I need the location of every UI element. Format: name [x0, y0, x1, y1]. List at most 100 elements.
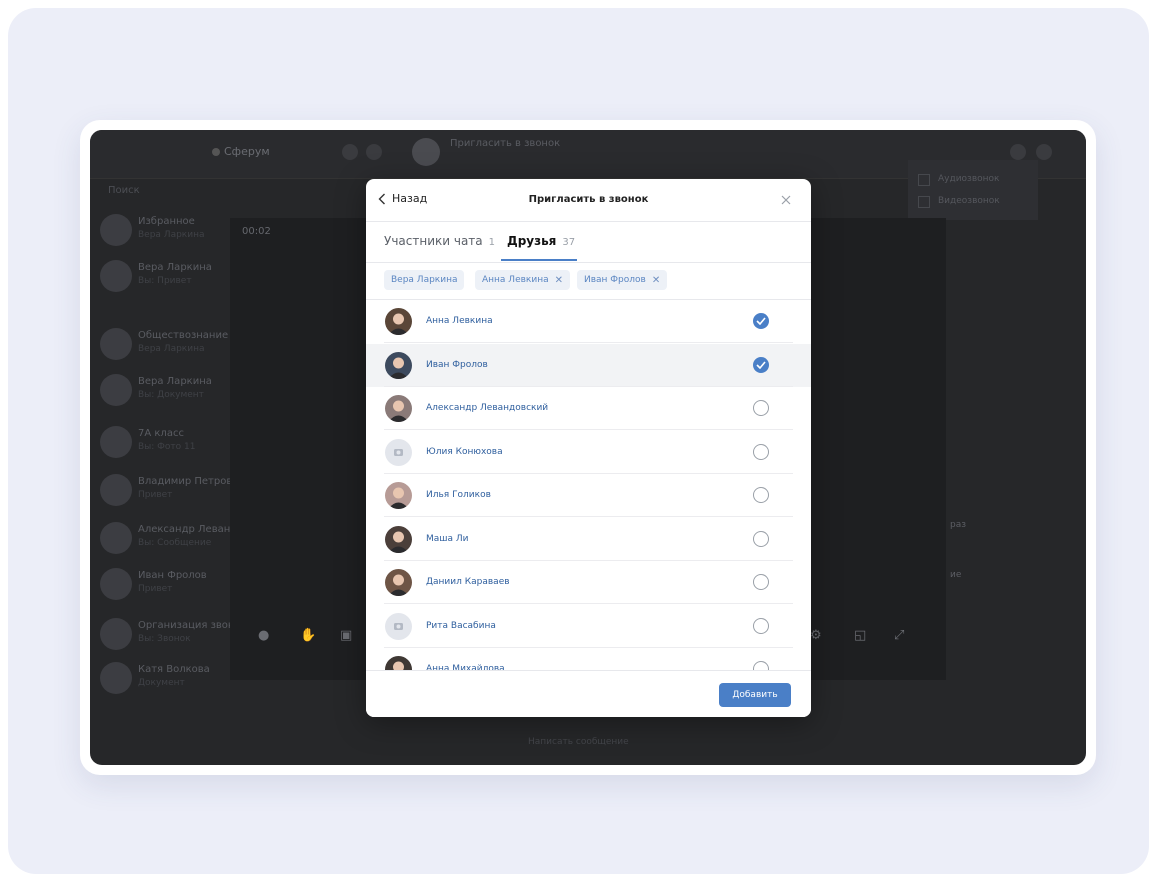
chat-name: Иван Фролов	[138, 570, 207, 581]
call-icon[interactable]	[1010, 144, 1026, 160]
contact-row[interactable]: Александр Левандовский	[366, 387, 811, 430]
brand-logo: Сферум	[212, 145, 270, 158]
modal-title: Пригласить в звонок	[528, 194, 649, 205]
avatar	[385, 438, 412, 466]
checkbox-empty-icon[interactable]	[753, 443, 769, 460]
share-screen-icon[interactable]: ▣	[340, 628, 354, 643]
remove-chip-icon[interactable]: ✕	[555, 275, 563, 286]
audio-call-icon	[918, 174, 930, 186]
sidebar-chat-item[interactable]: Избранное Вера Ларкина	[90, 208, 230, 252]
invite-to-call-modal: Назад Пригласить в звонок Участники чата…	[366, 179, 811, 717]
avatar	[100, 426, 132, 458]
chat-name: Вера Ларкина	[138, 376, 212, 387]
contact-row[interactable]: Иван Фролов	[366, 343, 811, 387]
sidebar-chat-item[interactable]: Вера Ларкина Вы: Привет	[90, 254, 230, 298]
contact-row[interactable]: Анна Левкина	[366, 300, 811, 343]
tab-count: 1	[488, 237, 496, 248]
audio-call-item[interactable]: Аудиозвонок	[938, 174, 999, 184]
chat-name: Избранное	[138, 216, 195, 227]
contact-name: Александр Левандовский	[426, 403, 549, 413]
checkbox-checked-icon[interactable]	[753, 313, 769, 329]
settings-icon[interactable]: ⚙	[810, 628, 824, 643]
close-icon[interactable]	[778, 192, 794, 208]
chat-preview: Привет	[138, 490, 173, 500]
add-button[interactable]: Добавить	[719, 683, 791, 707]
tab-friends[interactable]: Друзья 37	[507, 234, 575, 248]
contact-name: Иван Фролов	[426, 359, 488, 370]
more-icon[interactable]	[1036, 144, 1052, 160]
modal-header: Назад Пригласить в звонок	[366, 179, 811, 222]
avatar	[100, 260, 132, 292]
avatar	[100, 618, 132, 650]
checkbox-empty-icon[interactable]	[753, 617, 769, 634]
sidebar-chat-item[interactable]: Иван Фролов Привет	[90, 562, 230, 606]
avatar	[385, 612, 412, 640]
sidebar-chat-item[interactable]: Катя Волкова Документ	[90, 656, 230, 700]
contact-row[interactable]: Анна Михайлова	[366, 648, 811, 670]
avatar	[100, 214, 132, 246]
contact-name: Анна Левкина	[426, 316, 493, 326]
sidebar-chat-item[interactable]: 7А класс Вы: Фото 11	[90, 420, 230, 464]
avatar	[100, 522, 132, 554]
selected-chip[interactable]: Вера Ларкина	[384, 270, 465, 290]
contact-name: Рита Васабина	[426, 620, 496, 631]
checkbox-empty-icon[interactable]	[753, 400, 769, 416]
chat-preview: Вера Ларкина	[138, 230, 205, 240]
contact-row[interactable]: Даниил Караваев	[366, 561, 811, 604]
call-timer: 00:02	[242, 226, 271, 237]
avatar	[385, 395, 412, 422]
right-snippet: раз	[950, 520, 967, 530]
contact-row[interactable]: Маша Ли	[366, 518, 811, 561]
chat-preview: Вы: Фото 11	[138, 442, 196, 452]
avatar	[385, 351, 412, 379]
search-icon[interactable]	[342, 144, 358, 160]
checkbox-empty-icon[interactable]	[753, 574, 769, 590]
video-call-item[interactable]: Видеозвонок	[938, 196, 1000, 206]
modal-tabs: Участники чата 1 Друзья 37	[366, 222, 811, 263]
chat-preview: Привет	[138, 584, 173, 594]
checkbox-empty-icon[interactable]	[753, 487, 769, 503]
edit-icon[interactable]	[366, 144, 382, 160]
contact-row[interactable]: Рита Васабина	[366, 605, 811, 648]
avatar	[385, 569, 412, 596]
message-input[interactable]: Написать сообщение	[528, 737, 629, 747]
right-snippet: ие	[950, 570, 962, 580]
avatar	[385, 482, 412, 509]
chat-name: Обществознание	[138, 330, 229, 341]
sidebar-chat-item[interactable]: Вера Ларкина Вы: Документ	[90, 368, 230, 412]
sidebar-chat-item[interactable]: Организация звонка Вы: Звонок	[90, 612, 247, 656]
checkbox-checked-icon[interactable]	[753, 356, 769, 373]
raise-hand-icon[interactable]: ✋	[300, 628, 316, 643]
chat-bubble-icon[interactable]: ●	[258, 628, 272, 643]
chat-preview: Документ	[138, 678, 185, 688]
selected-chip[interactable]: Иван Фролов ✕	[577, 270, 668, 290]
avatar	[100, 662, 132, 694]
avatar	[385, 308, 412, 335]
avatar	[385, 656, 412, 670]
remove-chip-icon[interactable]: ✕	[652, 275, 660, 286]
checkbox-empty-icon[interactable]	[753, 530, 769, 547]
avatar	[100, 328, 132, 360]
window-icon[interactable]: ◱	[854, 628, 868, 643]
sidebar-search[interactable]: Поиск	[90, 185, 140, 196]
contact-name: Илья Голиков	[426, 490, 491, 500]
brand-icon	[212, 148, 220, 156]
sidebar-chat-item[interactable]: Александр Левандовский Вы: Сообщение	[90, 516, 274, 560]
sidebar-chat-item[interactable]: Владимир Петров Привет	[90, 468, 232, 512]
sidebar-chat-item[interactable]: Обществознание Вера Ларкина	[90, 322, 230, 366]
chat-name: Вера Ларкина	[138, 262, 212, 273]
modal-footer: Добавить	[366, 670, 811, 717]
tab-chat-members[interactable]: Участники чата 1	[384, 234, 495, 248]
chat-name: 7А класс	[138, 428, 184, 439]
fullscreen-icon[interactable]: ⤢	[894, 628, 908, 643]
avatar	[385, 525, 412, 553]
call-type-menu: Аудиозвонок Видеозвонок	[908, 160, 1038, 220]
contact-list[interactable]: Анна Левкина Иван Фролов Александр Левандо…	[366, 300, 811, 670]
checkbox-empty-icon[interactable]	[753, 661, 769, 670]
selected-chip[interactable]: Анна Левкина ✕	[475, 270, 570, 290]
chat-preview: Вы: Привет	[138, 276, 192, 286]
contact-row[interactable]: Юлия Конюхова	[366, 431, 811, 474]
active-tab-indicator	[501, 259, 577, 261]
tab-count: 37	[562, 237, 576, 248]
contact-row[interactable]: Илья Голиков	[366, 474, 811, 517]
